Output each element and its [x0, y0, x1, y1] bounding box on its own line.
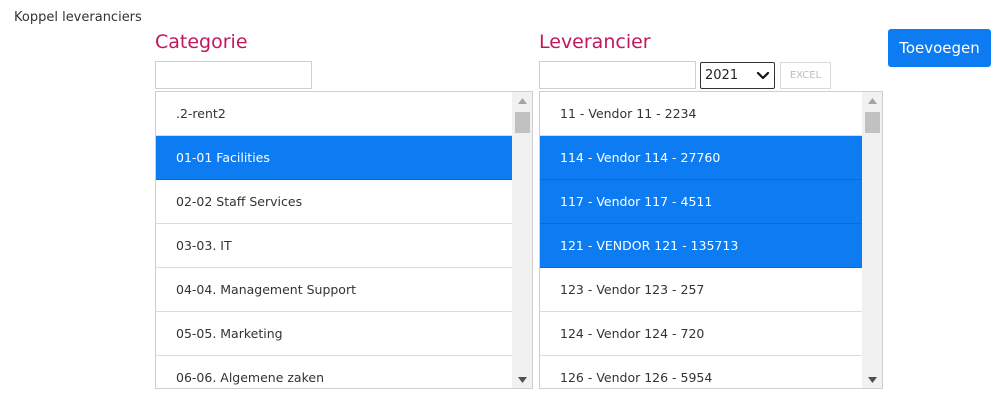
categorie-list-item[interactable]: 02-02 Staff Services [156, 180, 513, 224]
categorie-scrollbar[interactable] [512, 92, 532, 388]
leverancier-list-item[interactable]: 124 - Vendor 124 - 720 [540, 312, 863, 356]
leverancier-list-item[interactable]: 123 - Vendor 123 - 257 [540, 268, 863, 312]
scroll-down-arrow-icon[interactable] [862, 371, 882, 388]
categorie-heading: Categorie [155, 31, 248, 53]
categorie-list-item[interactable]: 03-03. IT [156, 224, 513, 268]
categorie-listbox[interactable]: .2-rent2 01-01 Facilities 02-02 Staff Serv… [155, 91, 533, 389]
excel-button[interactable]: EXCEL [780, 62, 831, 89]
scroll-down-arrow-icon[interactable] [512, 371, 532, 388]
leverancier-list-items: 11 - Vendor 11 - 2234 114 - Vendor 114 - … [540, 92, 863, 388]
scroll-up-arrow-icon[interactable] [512, 92, 532, 109]
leverancier-scrollbar[interactable] [862, 92, 882, 388]
categorie-list-item[interactable]: 01-01 Facilities [156, 136, 513, 180]
year-select[interactable]: 2021 [700, 62, 775, 89]
categorie-list-item[interactable]: 05-05. Marketing [156, 312, 513, 356]
leverancier-list-item[interactable]: 117 - Vendor 117 - 4511 [540, 180, 863, 224]
leverancier-list-item[interactable]: 11 - Vendor 11 - 2234 [540, 92, 863, 136]
categorie-list-item[interactable]: 06-06. Algemene zaken [156, 356, 513, 388]
add-button[interactable]: Toevoegen [888, 29, 991, 67]
scroll-up-arrow-icon[interactable] [862, 92, 882, 109]
leverancier-heading: Leverancier [539, 31, 651, 53]
chevron-down-icon [756, 71, 770, 80]
categorie-list-item[interactable]: 04-04. Management Support [156, 268, 513, 312]
scroll-thumb[interactable] [515, 112, 530, 133]
leverancier-list-item[interactable]: 121 - VENDOR 121 - 135713 [540, 224, 863, 268]
categorie-filter-input[interactable] [155, 61, 312, 89]
leverancier-listbox[interactable]: 11 - Vendor 11 - 2234 114 - Vendor 114 - … [539, 91, 883, 389]
leverancier-list-item[interactable]: 126 - Vendor 126 - 5954 [540, 356, 863, 388]
leverancier-filter-input[interactable] [539, 61, 696, 89]
page-title: Koppel leveranciers [14, 10, 142, 25]
categorie-list-items: .2-rent2 01-01 Facilities 02-02 Staff Serv… [156, 92, 513, 388]
leverancier-list-item[interactable]: 114 - Vendor 114 - 27760 [540, 136, 863, 180]
scroll-thumb[interactable] [865, 112, 880, 133]
year-select-value: 2021 [705, 68, 739, 83]
categorie-list-item[interactable]: .2-rent2 [156, 92, 513, 136]
